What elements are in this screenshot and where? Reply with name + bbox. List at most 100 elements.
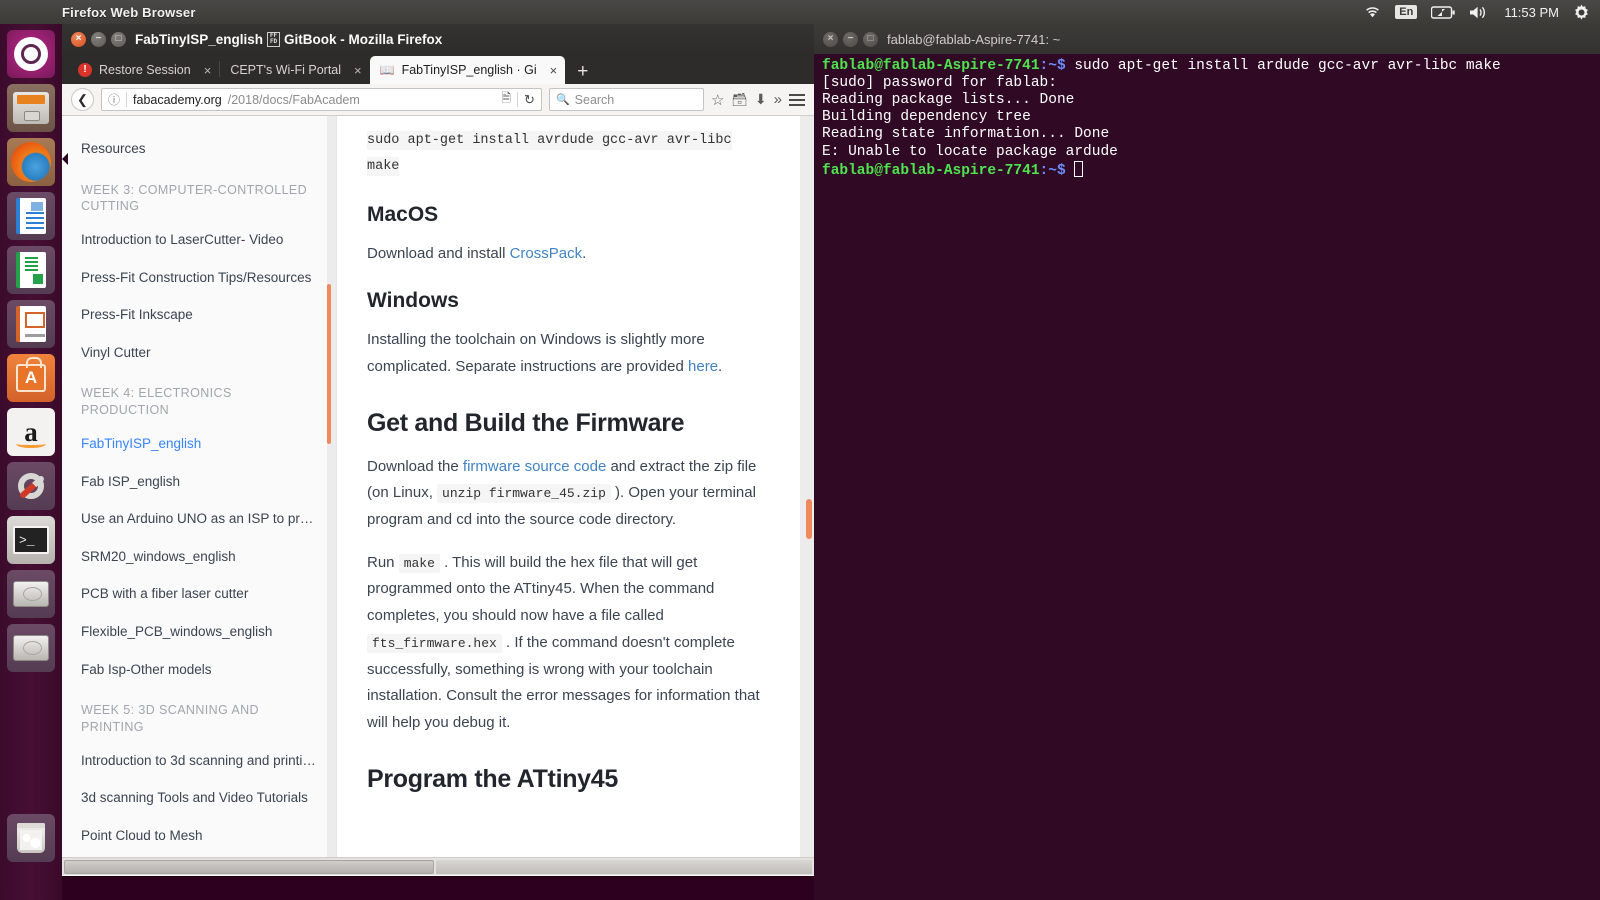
sidebar-heading-week4: WEEK 4: ELECTRONICS PRODUCTION bbox=[81, 386, 232, 418]
sidebar-item-arduino-uno-isp[interactable]: Use an Arduino UNO as an ISP to pr… bbox=[62, 500, 336, 538]
reload-icon[interactable]: ↻ bbox=[524, 92, 535, 108]
tab-close-icon[interactable]: × bbox=[354, 63, 362, 78]
close-button[interactable]: × bbox=[71, 31, 86, 47]
horizontal-scrollbar-track[interactable] bbox=[436, 859, 812, 874]
sidebar-heading-week3: WEEK 3: COMPUTER-CONTROLLED CUTTING bbox=[81, 182, 308, 214]
battery-charging-icon[interactable] bbox=[1431, 5, 1456, 19]
reader-view-icon[interactable]: 🗎 bbox=[501, 89, 511, 110]
tab-cept-wifi-portal[interactable]: CEPT's Wi-Fi Portal × bbox=[220, 56, 369, 84]
sidebar-item-fabtinyisp-english[interactable]: FabTinyISP_english bbox=[62, 425, 336, 463]
paragraph-run-make: Run make . This will build the hex file … bbox=[367, 550, 774, 737]
launcher-item-disk-volume-1[interactable] bbox=[7, 570, 55, 618]
keyboard-layout-indicator[interactable]: En bbox=[1395, 5, 1418, 19]
launcher-item-ubuntu-dash[interactable] bbox=[7, 30, 55, 78]
hamburger-menu-icon[interactable] bbox=[789, 93, 805, 106]
chevron-double-right-icon[interactable]: » bbox=[774, 91, 782, 108]
volume-icon[interactable] bbox=[1469, 5, 1490, 20]
heading-windows: Windows bbox=[367, 289, 459, 313]
app-menu-title[interactable]: Firefox Web Browser bbox=[62, 5, 196, 20]
sidebar-item-flexible-pcb-windows[interactable]: Flexible_PCB_windows_english bbox=[62, 613, 336, 651]
terminal-line: Reading package lists... Done bbox=[822, 92, 1075, 109]
sidebar-scroll-gutter[interactable] bbox=[327, 116, 336, 857]
window-title-page: FabTinyISP_english bbox=[135, 31, 264, 47]
sidebar-item-fab-isp-other-models[interactable]: Fab Isp-Other models bbox=[62, 651, 336, 689]
new-tab-button[interactable]: + bbox=[565, 62, 600, 84]
sidebar-item-3d-scanning-tools[interactable]: 3d scanning Tools and Video Tutorials bbox=[62, 779, 336, 817]
sidebar-item-pcb-fiber-laser[interactable]: PCB with a fiber laser cutter bbox=[62, 575, 336, 613]
page-scrollbar[interactable] bbox=[800, 116, 814, 857]
minimize-button[interactable]: − bbox=[843, 31, 858, 47]
sidebar-heading-week5: WEEK 5: 3D SCANNING AND PRINTING bbox=[81, 703, 259, 734]
firefox-tabbar: ! Restore Session × CEPT's Wi-Fi Portal … bbox=[62, 54, 814, 84]
sidebar-item-srm20-windows-english[interactable]: SRM20_windows_english bbox=[62, 538, 336, 576]
here-link[interactable]: here bbox=[688, 358, 718, 375]
url-path: /2018/docs/FabAcadem bbox=[227, 92, 360, 107]
search-input[interactable]: 🔍 Search bbox=[548, 88, 704, 111]
terminal-output[interactable]: fablab@fablab-Aspire-7741:~$ sudo apt-ge… bbox=[814, 54, 1600, 184]
launcher-item-libreoffice-impress[interactable] bbox=[7, 300, 55, 348]
page-viewport: Resources WEEK 3: COMPUTER-CONTROLLED CU… bbox=[62, 116, 814, 857]
url-divider bbox=[126, 92, 128, 107]
macos-text-before: Download and install bbox=[367, 244, 510, 262]
sidebar-item-fab-isp-english[interactable]: Fab ISP_english bbox=[62, 463, 336, 501]
terminal-prompt-path: :~$ bbox=[1039, 58, 1066, 74]
url-divider-2 bbox=[517, 92, 519, 107]
terminal-line: fablab@fablab-Aspire-7741:~$ sudo apt-ge… bbox=[822, 58, 1592, 75]
tab-restore-session[interactable]: ! Restore Session × bbox=[68, 56, 219, 84]
terminal-title-text: fablab@fablab-Aspire-7741: ~ bbox=[887, 31, 1061, 47]
minimize-button[interactable]: − bbox=[91, 31, 106, 47]
window-title-suffix: GitBook - Mozilla Firefox bbox=[284, 31, 443, 47]
macos-text-after: . bbox=[582, 244, 587, 262]
page-scrollbar-thumb[interactable] bbox=[806, 499, 812, 539]
top-panel: Firefox Web Browser En 11:53 PM bbox=[0, 0, 1600, 24]
launcher-item-libreoffice-writer[interactable] bbox=[7, 192, 55, 240]
library-icon[interactable]: 🗃 bbox=[731, 92, 748, 108]
system-tray: En 11:53 PM bbox=[1364, 4, 1600, 21]
maximize-button[interactable]: □ bbox=[111, 31, 126, 47]
crosspack-link[interactable]: CrossPack bbox=[510, 245, 583, 262]
wifi-icon[interactable] bbox=[1364, 5, 1381, 19]
page-info-icon[interactable]: ⓘ bbox=[108, 91, 120, 108]
sidebar-item-press-fit-inkscape[interactable]: Press-Fit Inkscape bbox=[62, 296, 336, 334]
launcher-item-ubuntu-software[interactable]: A bbox=[7, 354, 55, 402]
tab-label: Restore Session bbox=[99, 63, 191, 77]
sidebar-item-resources[interactable]: Resources bbox=[62, 130, 336, 168]
horizontal-scrollbar-thumb[interactable] bbox=[64, 859, 434, 874]
content-scrollbar-thumb[interactable] bbox=[327, 284, 331, 444]
sidebar-item-vinyl-cutter[interactable]: Vinyl Cutter bbox=[62, 334, 336, 372]
url-bar[interactable]: ⓘ fabacademy.org/2018/docs/FabAcadem 🗎 ↻ bbox=[101, 88, 542, 111]
download-arrow-icon[interactable]: ⬇ bbox=[755, 91, 767, 108]
launcher-item-disk-volume-2[interactable] bbox=[7, 624, 55, 672]
gear-icon[interactable] bbox=[1573, 4, 1590, 21]
terminal-line: fablab@fablab-Aspire-7741:~$ bbox=[822, 160, 1592, 180]
star-icon[interactable]: ☆ bbox=[711, 91, 724, 109]
launcher-item-firefox[interactable] bbox=[7, 138, 55, 186]
search-placeholder: Search bbox=[574, 92, 615, 107]
clock[interactable]: 11:53 PM bbox=[1504, 5, 1559, 20]
launcher-item-libreoffice-calc[interactable] bbox=[7, 246, 55, 294]
firmware-source-code-link[interactable]: firmware source code bbox=[463, 458, 606, 475]
windows-text-before: Installing the toolchain on Windows is s… bbox=[367, 331, 705, 375]
gitbook-sidebar: Resources WEEK 3: COMPUTER-CONTROLLED CU… bbox=[62, 116, 337, 857]
tab-fabtinyisp-english[interactable]: 📖 FabTinyISP_english · Gi × bbox=[369, 56, 566, 84]
maximize-button[interactable]: □ bbox=[863, 31, 878, 47]
close-button[interactable]: × bbox=[823, 31, 838, 47]
terminal-prompt-space bbox=[1066, 163, 1075, 179]
launcher-item-system-settings[interactable] bbox=[7, 462, 55, 510]
sidebar-item-intro-lasercutter[interactable]: Introduction to LaserCutter- Video bbox=[62, 221, 336, 259]
back-arrow-icon[interactable]: ❮ bbox=[71, 88, 94, 111]
horizontal-scrollbar[interactable] bbox=[62, 857, 814, 875]
launcher-item-terminal[interactable]: >_ bbox=[7, 516, 55, 564]
sidebar-item-press-fit-construction[interactable]: Press-Fit Construction Tips/Resources bbox=[62, 259, 336, 297]
code-block-apt-install: sudo apt-get install avrdude gcc-avr avr… bbox=[367, 128, 774, 181]
sidebar-item-point-cloud-to-mesh[interactable]: Point Cloud to Mesh bbox=[62, 817, 336, 855]
terminal-prompt-user-2: fablab@fablab-Aspire-7741 bbox=[822, 162, 1040, 179]
launcher-item-files[interactable] bbox=[7, 84, 55, 132]
launcher-item-trash[interactable] bbox=[7, 814, 55, 862]
launcher-item-amazon[interactable]: a bbox=[7, 408, 55, 456]
tab-label: FabTinyISP_english · Gi bbox=[401, 63, 537, 77]
sidebar-item-intro-3d-scanning[interactable]: Introduction to 3d scanning and printi… bbox=[62, 742, 336, 780]
tab-close-icon[interactable]: × bbox=[550, 63, 558, 78]
code-line-1: sudo apt-get install avrdude gcc-avr avr… bbox=[367, 131, 732, 150]
tab-close-icon[interactable]: × bbox=[204, 63, 212, 78]
